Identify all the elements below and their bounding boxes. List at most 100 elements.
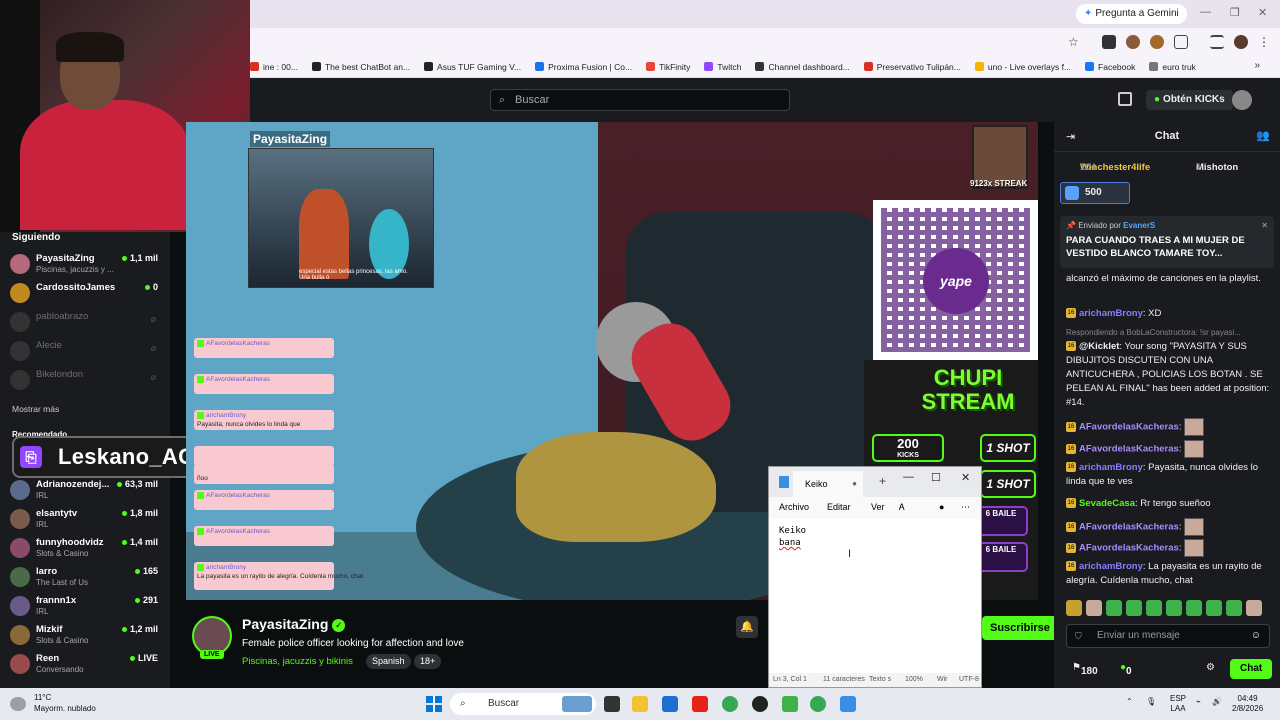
close-icon[interactable]: ✕ [1258, 6, 1267, 19]
sidebar-channel[interactable]: frannn1x IRL 291 [10, 592, 160, 620]
new-tab-icon[interactable]: + [879, 474, 886, 488]
emote-icon[interactable] [1066, 600, 1082, 616]
sidebar-channel[interactable]: Adrianozendej... IRL 63,3 mil [10, 476, 160, 504]
bookmark-item[interactable]: Facebook [1085, 62, 1135, 72]
extension-icon[interactable] [1102, 35, 1116, 49]
maximize-icon[interactable]: ☐ [931, 471, 941, 484]
get-kicks-button[interactable]: ● Obtén KICKs [1146, 90, 1233, 110]
youtube-icon[interactable] [692, 696, 708, 712]
tag-age[interactable]: 18+ [414, 654, 442, 669]
file-explorer-icon[interactable] [632, 696, 648, 712]
volume-icon[interactable]: 🔊 [1212, 697, 1222, 707]
more-bookmarks-icon[interactable]: » [1254, 60, 1260, 71]
bookmark-item[interactable]: Channel dashboard... [755, 62, 850, 72]
sidebar-channel[interactable]: PayasitaZing Piscinas, jacuzzis y ... 1,1… [10, 250, 160, 278]
sidebar-channel[interactable]: Bikelondon ⌀ [10, 366, 160, 394]
format-icon[interactable]: Ꭺ [899, 502, 905, 513]
sidebar-channel[interactable]: CardossitoJames 0 [10, 279, 160, 307]
user-avatar[interactable] [1232, 90, 1252, 110]
unpin-icon[interactable]: ✕ [1261, 221, 1268, 230]
app-icon[interactable] [782, 696, 798, 712]
ask-gemini-button[interactable]: ✦ Pregunta a Gemini [1076, 4, 1187, 24]
emote-icon[interactable] [1126, 600, 1142, 616]
channel-name[interactable]: PayasitaZing ✓ [242, 616, 346, 632]
bookmark-item[interactable]: Preservativo Tulipán... [863, 62, 961, 72]
windows-start-icon[interactable] [426, 696, 442, 712]
clock[interactable]: 04:49 2/8/2026 [1232, 694, 1263, 714]
bookmark-item[interactable]: uno - Live overlays f... [974, 62, 1071, 72]
obs-icon[interactable] [752, 696, 768, 712]
chat-message[interactable]: 16 AFavordelasKacheras: [1066, 518, 1272, 536]
microphone-icon[interactable]: 🎙 [1146, 697, 1156, 707]
profile-avatar-icon[interactable] [1234, 35, 1248, 49]
extensions-puzzle-icon[interactable] [1174, 35, 1188, 49]
notification-bell-icon[interactable]: 🔔 [736, 616, 758, 638]
sidebar-channel[interactable]: Reen Conversando LIVE [10, 650, 160, 678]
bookmark-item[interactable]: Twitch [704, 62, 741, 72]
close-icon[interactable]: ✕ [961, 471, 970, 484]
sidebar-channel[interactable]: elsantytv IRL 1,8 mil [10, 505, 160, 533]
notepad-taskbar-icon[interactable] [840, 696, 856, 712]
chat-message[interactable]: 16 AFavordelasKacheras: [1066, 539, 1272, 557]
menu-editar[interactable]: Editar [827, 502, 851, 512]
sidebar-channel[interactable]: Alecie ⌀ [10, 337, 160, 365]
chat-message[interactable]: 16 arichamBrony: Payasita, nunca olvides … [1066, 461, 1272, 489]
minimize-icon[interactable]: — [903, 471, 914, 483]
bookmark-item[interactable]: TikFinity [646, 62, 690, 72]
extension-cookie-icon[interactable] [1126, 35, 1140, 49]
pinned-message[interactable]: 📌 Enviado por EvanerS ✕ PARA CUANDO TRAE… [1060, 216, 1274, 268]
language-indicator[interactable]: ESP LAA [1170, 694, 1186, 714]
chat-message-input[interactable]: ⛉ Enviar un mensaje ☺ [1066, 624, 1270, 648]
sidebar-channel[interactable]: Mizkif Slots & Casino 1,2 mil [10, 621, 160, 649]
chrome-icon[interactable] [810, 696, 826, 712]
bookmark-item[interactable]: Asus TUF Gaming V... [424, 62, 521, 72]
notepad-window[interactable]: Keiko ● + — ☐ ✕ Archivo Editar Ver Ꭺ ● ⋯ … [768, 466, 982, 688]
emote-icon[interactable] [1086, 600, 1102, 616]
bookmark-item[interactable]: euro truk [1149, 62, 1196, 72]
more-options-icon[interactable]: ⋯ [961, 502, 970, 513]
emote-icon[interactable] [1206, 600, 1222, 616]
tag-language[interactable]: Spanish [366, 654, 411, 669]
chat-message[interactable]: 16 AFavordelasKacheras: [1066, 440, 1272, 458]
maximize-icon[interactable]: ❐ [1230, 6, 1240, 19]
chat-message[interactable]: alcanzó el máximo de canciones en la pla… [1066, 272, 1272, 286]
network-icon[interactable]: ⌁ [1196, 697, 1201, 707]
emote-icon[interactable] [1226, 600, 1242, 616]
chat-settings-icon[interactable]: ⚙ [1206, 662, 1215, 673]
copilot-icon[interactable]: ● [939, 502, 944, 512]
chat-users-icon[interactable]: 👥 [1256, 129, 1270, 142]
emote-icon[interactable] [1166, 600, 1182, 616]
send-chat-button[interactable]: Chat [1230, 659, 1273, 679]
emote-icon[interactable] [1246, 600, 1262, 616]
chat-message[interactable]: 16 arichamBrony: La payasita es un rayito… [1066, 560, 1272, 588]
category-link[interactable]: Piscinas, jacuzzis y bikinis [242, 656, 353, 667]
weather-widget[interactable]: 11°C Mayorm. nublado [34, 692, 96, 714]
extension-icon[interactable] [1150, 35, 1164, 49]
sidebar-channel[interactable]: funnyhoodvidz Slots & Casino 1,4 mil [10, 534, 160, 562]
browser-menu-icon[interactable]: ⋮ [1258, 35, 1272, 49]
notepad-tab[interactable]: Keiko ● [793, 471, 863, 497]
emoji-icon[interactable]: ☺ [1251, 625, 1261, 647]
menu-archivo[interactable]: Archivo [779, 502, 809, 512]
emote-icon[interactable] [1186, 600, 1202, 616]
chrome-icon[interactable] [722, 696, 738, 712]
notepad-text-area[interactable]: Keiko bana [779, 525, 806, 549]
reading-list-icon[interactable] [1210, 35, 1224, 49]
task-view-icon[interactable] [604, 696, 620, 712]
emote-icon[interactable] [1146, 600, 1162, 616]
search-input[interactable]: ⌕ Buscar [490, 89, 790, 111]
chat-message[interactable]: 16 SevadeCasa: Rr tengo sueñoo [1066, 497, 1272, 511]
emote-icon[interactable] [1106, 600, 1122, 616]
chat-message[interactable]: 16 arichamBrony: XD [1066, 307, 1272, 321]
chat-message[interactable]: 16 AFavordelasKacheras: [1066, 418, 1272, 436]
menu-ver[interactable]: Ver [871, 502, 885, 512]
sidebar-channel[interactable]: larro The Last of Us 165 [10, 563, 160, 591]
bookmark-item[interactable]: Proxima Fusion | Co... [535, 62, 632, 72]
chat-message[interactable]: 16 @Kicklet: Your song "PAYASITA Y SUS DI… [1066, 340, 1272, 410]
store-icon[interactable] [662, 696, 678, 712]
tray-overflow-icon[interactable]: ⌃ [1126, 697, 1133, 707]
bookmark-item[interactable]: ine : 00... [250, 62, 298, 72]
show-more-link[interactable]: Mostrar más [12, 404, 59, 414]
bookmark-item[interactable]: The best ChatBot an... [311, 62, 410, 72]
dashboard-icon[interactable] [1118, 92, 1132, 106]
